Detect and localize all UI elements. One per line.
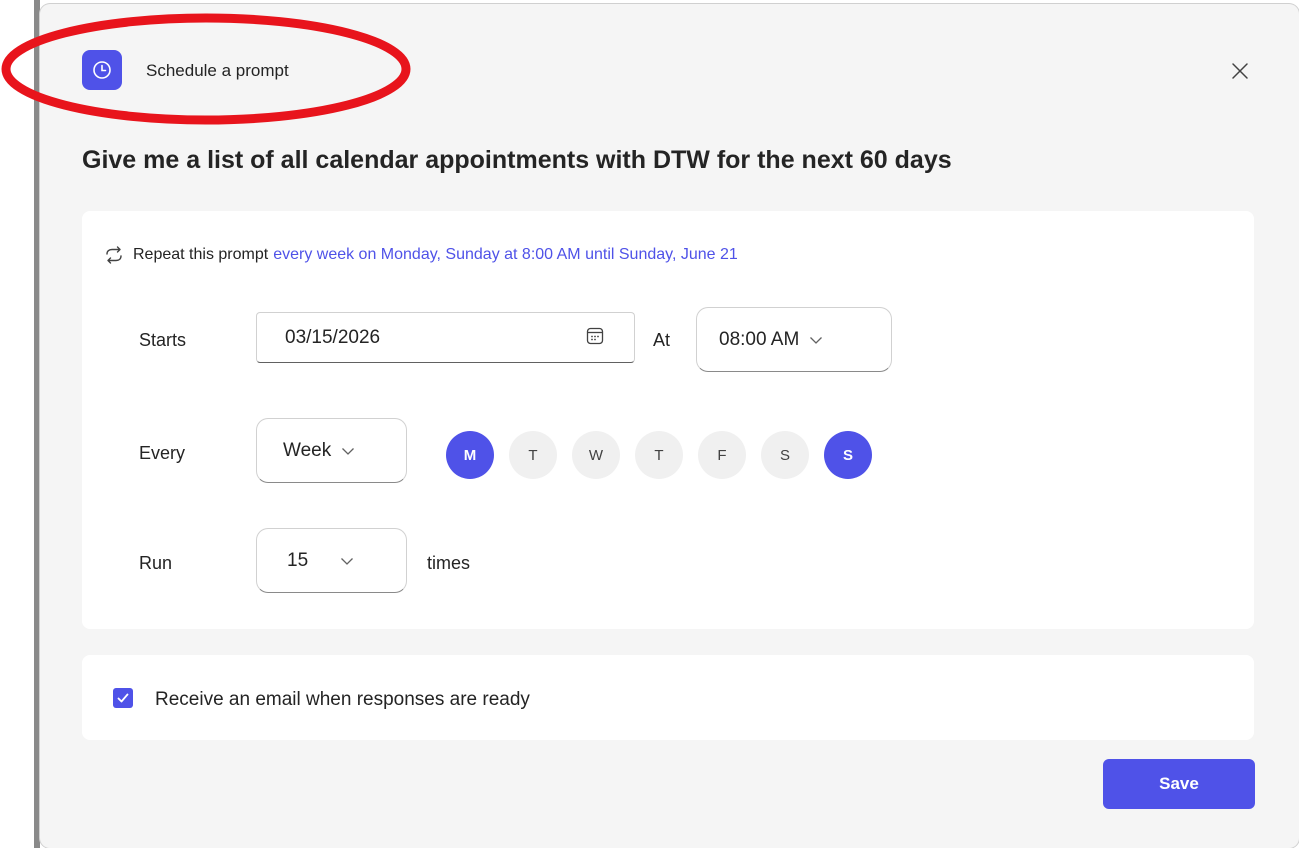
day-toggle-wednesday[interactable]: W xyxy=(572,431,620,479)
run-count-dropdown[interactable]: 15 xyxy=(256,528,407,593)
frequency-dropdown[interactable]: Week xyxy=(256,418,407,483)
email-checkbox-label[interactable]: Receive an email when responses are read… xyxy=(155,689,530,711)
run-count-value: 15 xyxy=(287,549,309,571)
repeat-summary-link[interactable]: every week on Monday, Sunday at 8:00 AM … xyxy=(273,246,738,264)
repeat-icon xyxy=(104,245,124,265)
day-toggle-saturday[interactable]: S xyxy=(761,431,809,479)
every-label: Every xyxy=(139,443,186,463)
backdrop xyxy=(0,0,34,848)
chevron-down-icon xyxy=(809,335,823,345)
clock-icon xyxy=(82,50,122,90)
day-toggle-sunday[interactable]: S xyxy=(824,431,872,479)
at-label: At xyxy=(653,330,671,350)
close-icon xyxy=(1232,63,1248,79)
day-toggle-thursday[interactable]: T xyxy=(635,431,683,479)
starts-label: Starts xyxy=(139,330,187,350)
email-checkbox[interactable] xyxy=(113,688,133,708)
schedule-card: Repeat this prompt every week on Monday,… xyxy=(82,211,1254,629)
frequency-value: Week xyxy=(283,439,332,461)
day-toggle-monday[interactable]: M xyxy=(446,431,494,479)
repeat-prefix: Repeat this prompt xyxy=(133,246,269,263)
save-button[interactable]: Save xyxy=(1103,759,1255,809)
email-card: Receive an email when responses are read… xyxy=(82,655,1254,740)
time-dropdown[interactable]: 08:00 AM xyxy=(696,307,892,372)
time-value: 08:00 AM xyxy=(719,328,800,350)
repeat-summary: Repeat this prompt every week on Monday,… xyxy=(104,245,738,265)
schedule-dialog: Schedule a prompt Give me a list of all … xyxy=(40,4,1299,848)
start-date-value: 03/15/2026 xyxy=(285,326,381,348)
day-toggle-friday[interactable]: F xyxy=(698,431,746,479)
dialog-title: Schedule a prompt xyxy=(146,61,289,80)
checkmark-icon xyxy=(117,693,129,703)
chevron-down-icon xyxy=(341,446,355,456)
chevron-down-icon xyxy=(340,556,354,566)
run-label: Run xyxy=(139,553,173,573)
start-date-field[interactable]: 03/15/2026 xyxy=(256,312,635,363)
calendar-icon[interactable] xyxy=(586,327,604,345)
close-button[interactable] xyxy=(1228,59,1252,83)
times-label: times xyxy=(427,553,471,573)
prompt-text: Give me a list of all calendar appointme… xyxy=(82,146,952,174)
day-toggle-tuesday[interactable]: T xyxy=(509,431,557,479)
